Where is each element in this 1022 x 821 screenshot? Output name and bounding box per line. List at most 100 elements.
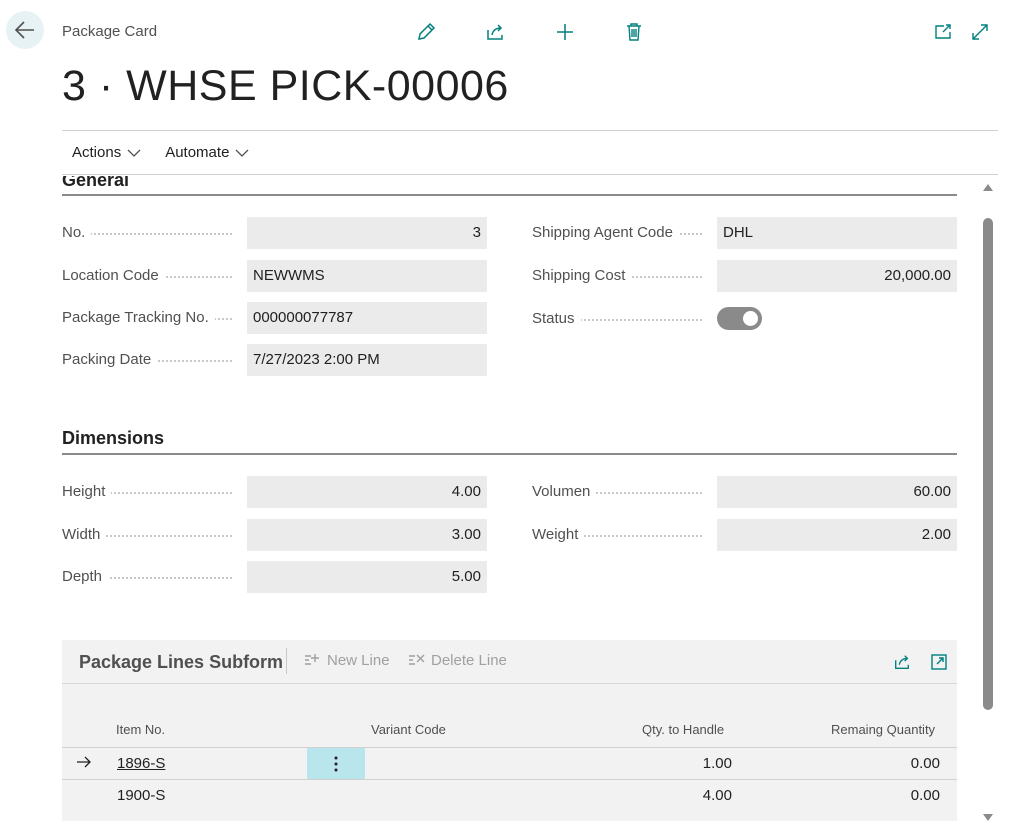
- chevron-down-icon: [235, 149, 249, 157]
- trash-icon: [627, 23, 641, 41]
- field-width: Width 3.00: [62, 519, 487, 551]
- remaining-qty-cell: 0.00: [910, 787, 940, 804]
- chevron-down-icon: [127, 149, 141, 157]
- width-input[interactable]: 3.00: [247, 519, 487, 551]
- qty-to-handle-cell[interactable]: 4.00: [642, 780, 732, 811]
- field-label: Width: [62, 526, 107, 543]
- edit-button[interactable]: [414, 20, 438, 44]
- open-new-window-button[interactable]: [931, 20, 955, 44]
- field-label: Height: [62, 483, 112, 500]
- weight-input[interactable]: 2.00: [717, 519, 957, 551]
- column-header-remaining-quantity[interactable]: Remaing Quantity: [831, 722, 935, 737]
- scroll-up-arrow[interactable]: [982, 179, 994, 197]
- action-bar: Actions Automate: [62, 131, 998, 175]
- separator: [286, 648, 287, 674]
- expand-button[interactable]: [968, 20, 992, 44]
- field-packing-date: Packing Date 7/27/2023 2:00 PM: [62, 344, 487, 376]
- subform-share-button[interactable]: [891, 651, 913, 673]
- field-label: Location Code: [62, 267, 165, 284]
- field-depth: Depth 5.00: [62, 561, 487, 593]
- remaining-qty-cell: 0.00: [910, 755, 940, 772]
- pencil-icon: [418, 22, 436, 40]
- page-title: 3 · WHSE PICK-00006: [62, 62, 509, 110]
- item-no-cell[interactable]: 1900-S: [117, 780, 165, 811]
- field-label: Weight: [532, 526, 585, 543]
- plus-icon: [557, 24, 573, 40]
- new-line-icon: [305, 653, 319, 665]
- item-no-link[interactable]: 1896-S: [117, 748, 165, 779]
- field-label: Shipping Cost: [532, 267, 632, 284]
- delete-line-label: Delete Line: [431, 652, 507, 669]
- page-caption: Package Card: [62, 23, 158, 40]
- volumen-input[interactable]: 60.00: [717, 476, 957, 508]
- row-selector[interactable]: [76, 748, 92, 779]
- triangle-up-icon: [983, 184, 993, 191]
- field-location-code: Location Code NEWWMS: [62, 260, 487, 292]
- package-lines-grid: Item No. Variant Code Qty. to Handle Rem…: [62, 684, 957, 821]
- field-volumen: Volumen 60.00: [532, 476, 957, 508]
- section-title-general[interactable]: General: [62, 176, 129, 191]
- triangle-down-icon: [983, 814, 993, 821]
- field-shipping-cost: Shipping Cost 20,000.00: [532, 260, 957, 292]
- section-divider: [62, 453, 957, 455]
- content-area: General No. 3 Location Code NEWWMS Packa…: [0, 176, 980, 821]
- section-title-dimensions[interactable]: Dimensions: [62, 428, 164, 449]
- field-package-tracking-no: Package Tracking No. 000000077787: [62, 302, 487, 334]
- location-code-input[interactable]: NEWWMS: [247, 260, 487, 292]
- row-actions-button[interactable]: [307, 748, 365, 779]
- field-label: Status: [532, 310, 581, 327]
- expand-icon: [972, 24, 988, 40]
- new-line-label: New Line: [327, 652, 390, 669]
- actions-menu[interactable]: Actions: [72, 144, 141, 161]
- delete-line-button[interactable]: Delete Line: [408, 652, 507, 669]
- field-label: Packing Date: [62, 351, 158, 368]
- packing-date-input[interactable]: 7/27/2023 2:00 PM: [247, 344, 487, 376]
- table-row[interactable]: 1896-S 1.00 0.00: [62, 747, 957, 779]
- status-toggle[interactable]: [717, 307, 762, 330]
- delete-button[interactable]: [622, 20, 646, 44]
- arrow-right-icon: [77, 756, 91, 768]
- field-no: No. 3: [62, 217, 487, 249]
- back-button[interactable]: [6, 11, 44, 49]
- field-height: Height 4.00: [62, 476, 487, 508]
- field-label: Package Tracking No.: [62, 309, 215, 326]
- field-label: Shipping Agent Code: [532, 224, 679, 241]
- more-vertical-icon: [334, 756, 338, 771]
- new-button[interactable]: [553, 20, 577, 44]
- column-header-qty-to-handle[interactable]: Qty. to Handle: [642, 722, 724, 737]
- automate-menu-label: Automate: [165, 144, 230, 161]
- field-status: Status: [532, 303, 957, 335]
- subform-title[interactable]: Package Lines Subform: [79, 652, 283, 673]
- subform-expand-button[interactable]: [928, 651, 950, 673]
- actions-menu-label: Actions: [72, 144, 122, 161]
- column-header-variant-code[interactable]: Variant Code: [371, 722, 446, 737]
- table-row[interactable]: 1900-S 4.00 0.00: [62, 779, 957, 811]
- new-line-button[interactable]: New Line: [304, 652, 390, 669]
- field-shipping-agent-code: Shipping Agent Code DHL: [532, 217, 957, 249]
- scroll-down-arrow[interactable]: [982, 810, 994, 821]
- arrow-left-icon: [15, 21, 34, 39]
- column-header-item-no[interactable]: Item No.: [116, 722, 165, 737]
- subform-header: Package Lines Subform New Line Delete Li…: [62, 640, 957, 684]
- height-input[interactable]: 4.00: [247, 476, 487, 508]
- section-divider: [62, 194, 957, 196]
- share-icon: [487, 24, 503, 40]
- share-button[interactable]: [483, 20, 507, 44]
- depth-input[interactable]: 5.00: [247, 561, 487, 593]
- qty-to-handle-cell[interactable]: 1.00: [642, 748, 732, 779]
- shipping-agent-input[interactable]: DHL: [717, 217, 957, 249]
- no-input[interactable]: 3: [247, 217, 487, 249]
- delete-line-icon: [409, 654, 425, 665]
- field-label: Depth: [62, 568, 109, 585]
- open-in-new-window-icon: [935, 24, 951, 39]
- tracking-no-input[interactable]: 000000077787: [247, 302, 487, 334]
- shipping-cost-input[interactable]: 20,000.00: [717, 260, 957, 292]
- automate-menu[interactable]: Automate: [165, 144, 249, 161]
- share-icon: [895, 655, 909, 669]
- focus-mode-icon: [931, 654, 947, 670]
- field-weight: Weight 2.00: [532, 519, 957, 551]
- toggle-knob: [743, 311, 758, 326]
- field-label: Volumen: [532, 483, 597, 500]
- scroll-thumb[interactable]: [983, 218, 993, 710]
- vertical-scrollbar[interactable]: [980, 176, 998, 821]
